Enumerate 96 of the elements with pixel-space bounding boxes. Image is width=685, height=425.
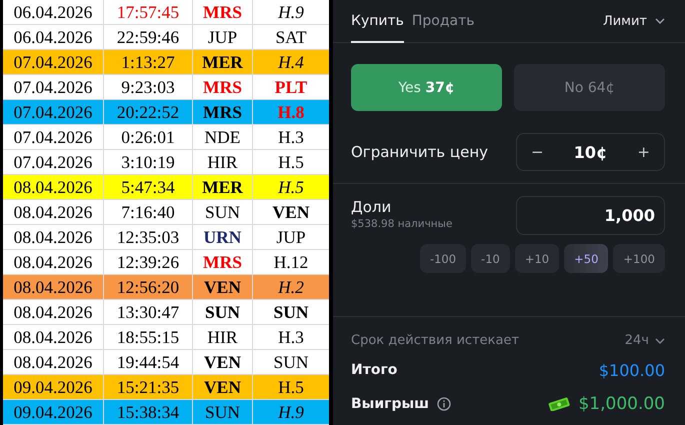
table-cell: MRS: [203, 3, 242, 22]
table-cell: H.9: [278, 3, 304, 22]
money-icon: [548, 397, 570, 411]
table-cell: MRS: [203, 103, 242, 122]
table-cell: H.3: [278, 128, 304, 147]
table-cell: H.9: [278, 403, 304, 422]
tab[interactable]: Продать: [412, 0, 475, 43]
table-cell: H.5: [278, 153, 304, 172]
table-cell: 09.04.2026: [14, 403, 92, 422]
chevron-down-icon: [655, 338, 665, 344]
table-cell: 17:57:45: [116, 3, 180, 22]
table-cell: H.8: [278, 103, 304, 122]
table-cell: URN: [204, 228, 242, 247]
table-cell: H.12: [274, 253, 308, 272]
quantity-chip[interactable]: +50: [564, 244, 608, 273]
table-cell: 06.04.2026: [14, 28, 92, 47]
table-cell: 08.04.2026: [14, 328, 92, 347]
table-cell: 09.04.2026: [14, 378, 92, 397]
table-cell: HIR: [207, 328, 238, 347]
shares-input[interactable]: 1,000: [516, 196, 665, 235]
table-cell: VEN: [204, 278, 241, 297]
table-cell: 15:38:34: [116, 403, 180, 422]
table-cell: 9:23:03: [121, 78, 175, 97]
outcome-button[interactable]: Yes 37¢: [351, 64, 502, 111]
table-cell: 08.04.2026: [14, 278, 92, 297]
table-cell: 07.04.2026: [14, 128, 92, 147]
table-cell: 07.04.2026: [14, 153, 92, 172]
table-cell: H.5: [278, 178, 304, 197]
table-cell: SUN: [273, 303, 308, 322]
total-value: $100.00: [598, 360, 665, 380]
table-cell: 19:44:54: [116, 353, 180, 372]
table-cell: 08.04.2026: [14, 353, 92, 372]
table-cell: 20:22:52: [116, 103, 180, 122]
table-cell: SUN: [273, 353, 308, 372]
table-cell: 08.04.2026: [14, 303, 92, 322]
table-cell: H.5: [278, 378, 304, 397]
table-cell: MER: [202, 53, 243, 72]
table-cell: SUN: [204, 203, 240, 222]
expiry-dropdown[interactable]: 24ч: [624, 333, 665, 348]
quantity-chip[interactable]: -100: [420, 244, 466, 273]
total-label: Итого: [351, 362, 398, 378]
cash-balance: $538.98 наличные: [351, 218, 452, 230]
table-cell: 12:39:26: [116, 253, 180, 272]
info-icon: [437, 397, 452, 411]
table-cell: 0:26:01: [121, 128, 175, 147]
table-cell: SAT: [275, 28, 307, 47]
table-cell: SUN: [204, 303, 240, 322]
table-cell: MER: [202, 178, 243, 197]
table-cell: 08.04.2026: [14, 178, 92, 197]
table-cell: 08.04.2026: [14, 253, 92, 272]
increment-button[interactable]: +: [637, 143, 650, 161]
table-cell: 07.04.2026: [14, 53, 92, 72]
outcome-button[interactable]: No 64¢: [514, 64, 665, 111]
table-cell: 5:47:34: [121, 178, 175, 197]
table-cell: MRS: [203, 253, 242, 272]
limit-price-stepper[interactable]: − 10¢ +: [516, 133, 665, 171]
table-cell: 13:30:47: [116, 303, 180, 322]
table-cell: NDE: [204, 128, 240, 147]
quantity-chip[interactable]: +10: [514, 244, 560, 273]
table-cell: JUP: [208, 28, 238, 47]
table-cell: 15:21:35: [116, 378, 180, 397]
table-cell: 12:35:03: [116, 228, 180, 247]
limit-price-label: Ограничить цену: [351, 143, 488, 161]
order-type-dropdown[interactable]: Лимит: [602, 0, 665, 42]
table-cell: 08.04.2026: [14, 203, 92, 222]
payout-label: Выигрыш: [351, 396, 430, 412]
table-cell: JUP: [276, 228, 306, 247]
table-cell: 06.04.2026: [14, 3, 92, 22]
limit-price-value: 10¢: [574, 142, 608, 162]
quantity-chip[interactable]: +100: [613, 244, 665, 273]
table-cell: MRS: [203, 78, 242, 97]
quantity-chip[interactable]: -10: [471, 244, 510, 273]
table-cell: H.3: [278, 328, 304, 347]
table-cell: 3:10:19: [121, 153, 175, 172]
table-cell: H.2: [278, 278, 304, 297]
table-cell: PLT: [274, 78, 308, 97]
chevron-down-icon: [655, 18, 665, 24]
tab[interactable]: Купить: [351, 0, 404, 43]
table-cell: 12:56:20: [116, 278, 180, 297]
table-cell: VEN: [204, 378, 241, 397]
table-cell: 07.04.2026: [14, 78, 92, 97]
shares-label: Доли: [351, 198, 392, 216]
table-cell: 1:13:27: [121, 53, 175, 72]
table-cell: 22:59:46: [116, 28, 180, 47]
table-cell: 7:16:40: [121, 203, 175, 222]
table-cell: SUN: [204, 403, 240, 422]
table-cell: HIR: [207, 153, 238, 172]
decrement-button[interactable]: −: [531, 143, 544, 161]
table-cell: VEN: [272, 203, 310, 222]
table-cell: 07.04.2026: [14, 103, 92, 122]
table-cell: 08.04.2026: [14, 228, 92, 247]
table-cell: H.4: [278, 53, 304, 72]
table-cell: VEN: [204, 353, 241, 372]
payout-value: $1,000.00: [578, 394, 665, 414]
table-cell: 18:55:15: [116, 328, 180, 347]
expiry-label: Срок действия истекает: [351, 333, 520, 348]
